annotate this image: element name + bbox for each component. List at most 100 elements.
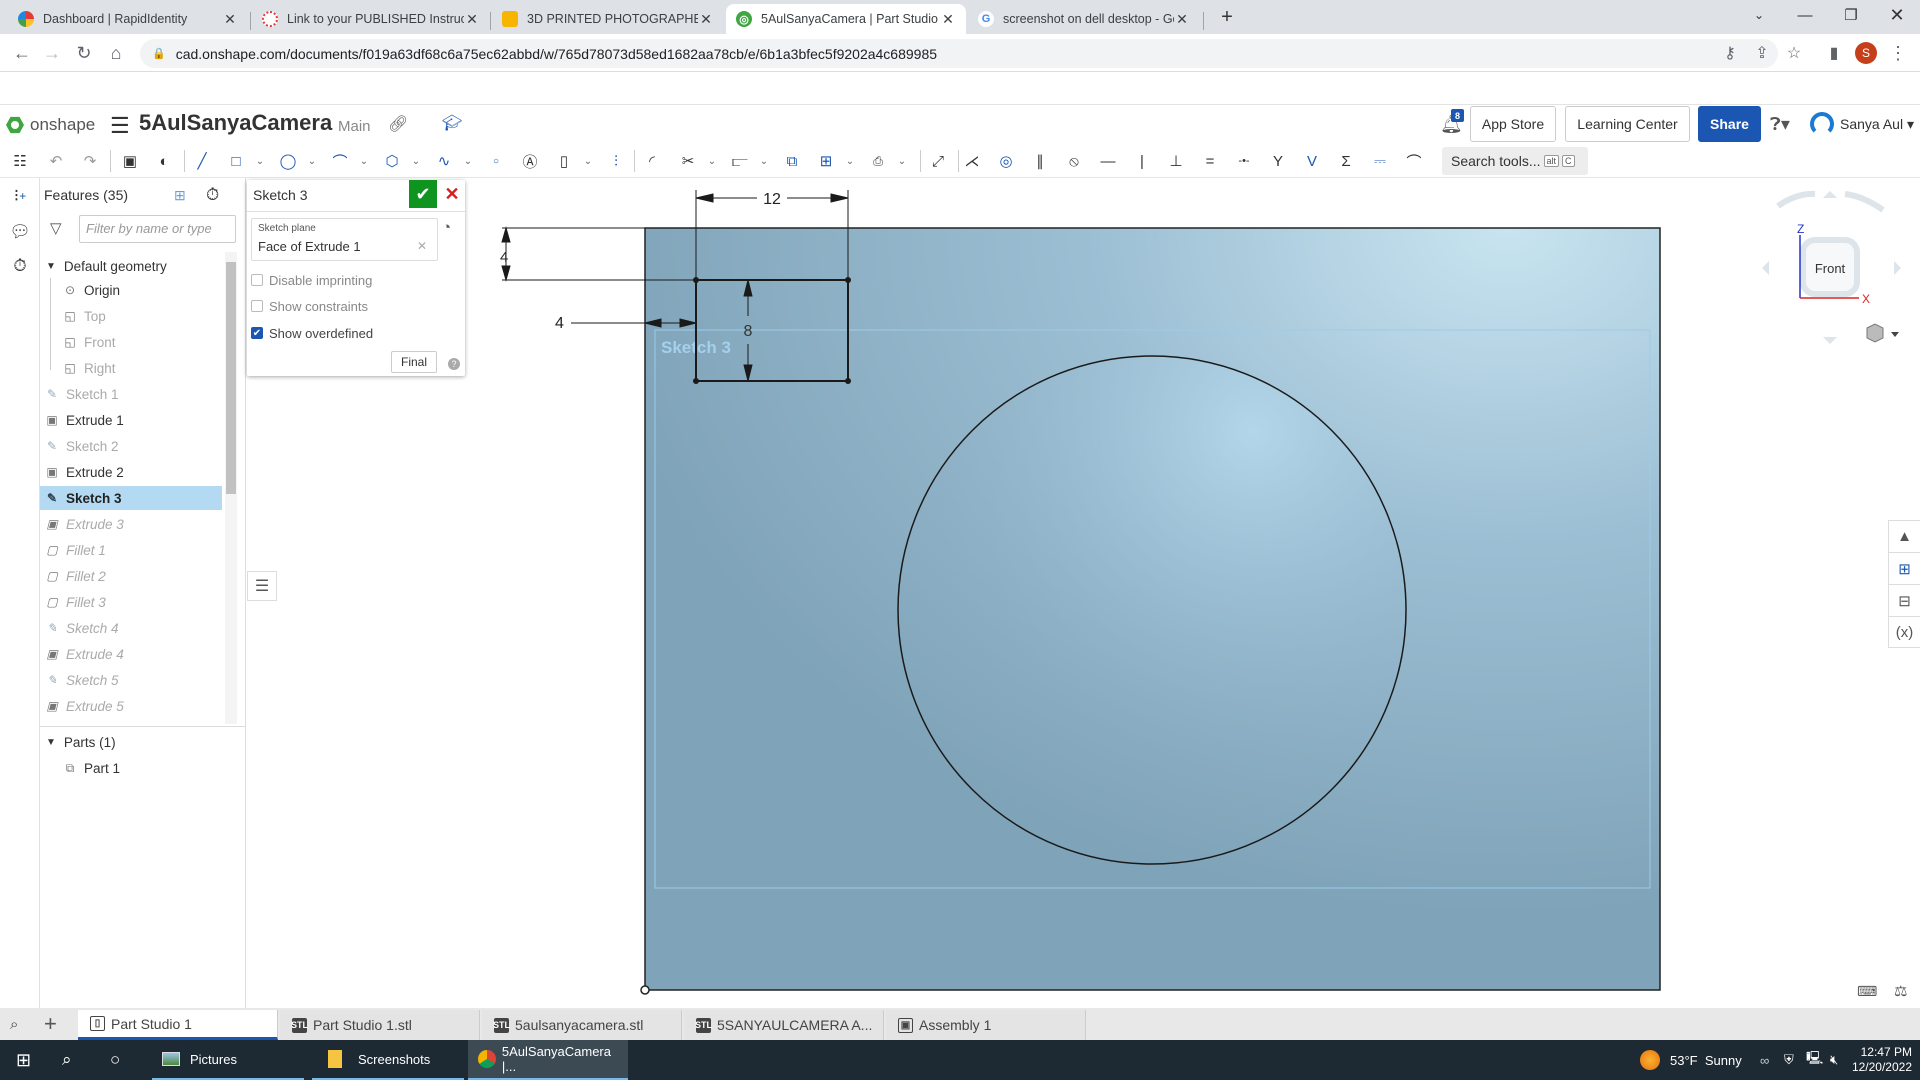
home-button[interactable]: ⌂	[102, 39, 130, 67]
close-window-button[interactable]: ✕	[1874, 0, 1920, 30]
parallel-constraint-icon[interactable]: ∥	[1028, 149, 1052, 173]
circle-tool-icon[interactable]: ◯	[276, 149, 300, 173]
feature-item[interactable]: ◱ Right	[40, 356, 222, 380]
minimize-button[interactable]: —	[1782, 0, 1828, 30]
new-feature-icon[interactable]: ▣	[118, 149, 142, 173]
security-shield-icon[interactable]: ⛨	[1784, 1040, 1794, 1080]
feature-item[interactable]: ◱ Front	[40, 330, 222, 354]
app-store-button[interactable]: App Store	[1470, 106, 1556, 142]
view-right-arrow[interactable]	[1894, 261, 1901, 275]
checkbox[interactable]	[251, 274, 263, 286]
close-tab-icon[interactable]: ✕	[940, 11, 956, 28]
tangent-constraint-icon[interactable]: ⦸	[1062, 149, 1086, 173]
part-item[interactable]: ⧉ Part 1	[62, 756, 244, 780]
filter-input[interactable]: Filter by name or type	[79, 215, 236, 243]
user-menu[interactable]: Sanya Aul ▾	[1840, 116, 1914, 133]
concentric-constraint-icon[interactable]: ◎	[994, 149, 1018, 173]
search-tools-input[interactable]: Search tools... alt C	[1442, 147, 1588, 175]
taskbar-app-pictures[interactable]: Pictures	[152, 1040, 304, 1080]
share-page-icon[interactable]: ⇪	[1748, 39, 1776, 67]
perpendicular-constraint-icon[interactable]: ⊥	[1164, 149, 1188, 173]
chevron-down-icon[interactable]: ⌄	[254, 149, 266, 173]
sketch-plane-field[interactable]: Sketch plane Face of Extrude 1 ✕	[251, 218, 438, 261]
pattern-tool-icon[interactable]: ⊞	[814, 149, 838, 173]
system-clock[interactable]: 12:47 PM 12/20/2022	[1852, 1040, 1912, 1080]
weather-widget[interactable]: 53°F Sunny	[1640, 1040, 1742, 1080]
show-overdefined-checkbox[interactable]: ✔ Show overdefined	[251, 324, 373, 342]
tab-manager-search-icon[interactable]: ⌕	[10, 1016, 18, 1033]
clear-field-icon[interactable]: ✕	[417, 239, 427, 253]
chevron-down-icon[interactable]: ⌄	[758, 149, 770, 173]
sketch-canvas[interactable]: Sketch 3 12 4 4 8 Front Z X ⌨ ⚖	[247, 178, 1920, 1008]
view-cube[interactable]: Front Z X	[1762, 190, 1901, 344]
chevron-down-icon[interactable]: ⌄	[462, 149, 474, 173]
search-icon[interactable]: ⌕	[62, 1040, 72, 1080]
symmetric-constraint-icon[interactable]: Σ	[1334, 149, 1358, 173]
close-tab-icon[interactable]: ✕	[222, 11, 238, 28]
feature-item[interactable]: ▣ Extrude 3	[40, 512, 222, 536]
trim-tool-icon[interactable]: ✂	[676, 149, 700, 173]
new-folder-icon[interactable]: ⊞	[174, 187, 186, 204]
taskbar-app-chrome[interactable]: 5AulSanyaCamera |...	[468, 1040, 628, 1080]
taskbar-app-screenshots[interactable]: Screenshots	[312, 1040, 464, 1080]
new-tab-button[interactable]: +	[1214, 4, 1240, 30]
profile-avatar[interactable]: S	[1855, 42, 1877, 64]
final-button[interactable]: Final	[391, 351, 437, 373]
hamburger-menu-icon[interactable]: ☰	[110, 113, 130, 139]
horizontal-constraint-icon[interactable]: —	[1096, 149, 1120, 173]
point-tool-icon[interactable]: ○	[484, 149, 508, 173]
polygon-tool-icon[interactable]: ⬡	[380, 149, 404, 173]
forward-button[interactable]: →	[38, 39, 66, 67]
browser-tab-onshape[interactable]: ◎ 5AulSanyaCamera | Part Studio 1 ✕	[726, 4, 966, 34]
view-up-arrow[interactable]	[1823, 191, 1837, 198]
history-timer-icon[interactable]: ⏱	[8, 254, 32, 278]
tab-5sanyaulcamera[interactable]: STL 5SANYAULCAMERA A...	[684, 1010, 884, 1040]
bom-panel-icon[interactable]: ⊞	[1888, 552, 1920, 584]
browser-tab-google[interactable]: G screenshot on dell desktop - Goo ✕	[968, 4, 1200, 34]
windows-start-icon[interactable]: ⊞	[16, 1040, 31, 1080]
rectangle-tool-icon[interactable]: □	[224, 149, 248, 173]
arc-tool-icon[interactable]: ⌒	[328, 149, 352, 173]
line-tool-icon[interactable]: ╱	[190, 149, 214, 173]
offset-tool-icon[interactable]: ⫍	[728, 149, 752, 173]
volume-muted-icon[interactable]: 🔇︎	[1830, 1040, 1838, 1080]
close-tab-icon[interactable]: ✕	[1174, 11, 1190, 28]
chevron-down-icon[interactable]: ⌄	[410, 149, 422, 173]
feature-item[interactable]: ✎ Sketch 2	[40, 434, 222, 458]
feature-item[interactable]: ▢ Fillet 3	[40, 590, 222, 614]
rollback-timer-icon[interactable]: ⏱	[206, 185, 219, 205]
parts-group[interactable]: ▼ Parts (1)	[42, 730, 224, 754]
view-left-arrow[interactable]	[1762, 261, 1769, 275]
text-tool-icon[interactable]: Ⓐ	[518, 149, 542, 173]
graphics-icon[interactable]: ◐	[152, 149, 176, 173]
midpoint-constraint-icon[interactable]: -•-	[1232, 149, 1256, 173]
feature-item[interactable]: ◱ Top	[40, 304, 222, 328]
chevron-down-icon[interactable]: ⌄	[844, 149, 856, 173]
feature-list-collapse-icon[interactable]: ☰	[247, 571, 277, 601]
tab-assembly-1[interactable]: ▣ Assembly 1	[886, 1010, 1086, 1040]
mirror-tool-icon[interactable]: ⫶	[604, 149, 628, 173]
side-panel-icon[interactable]: ▮	[1820, 39, 1848, 67]
insert-mate-connector-icon[interactable]: ⁝ +	[8, 184, 32, 208]
redo-icon[interactable]: ↷	[78, 149, 102, 173]
view-down-arrow[interactable]	[1823, 337, 1837, 344]
browser-tab-3d-printed[interactable]: 3D PRINTED PHOTOGRAPHER TR ✕	[492, 4, 724, 34]
equal-constraint-icon[interactable]: =	[1198, 149, 1222, 173]
spline-tool-icon[interactable]: ∿	[432, 149, 456, 173]
chevron-down-icon[interactable]: ⌄	[896, 149, 908, 173]
fix-constraint-icon[interactable]: ⎓	[1368, 149, 1392, 173]
normal-constraint-icon[interactable]: Y	[1266, 149, 1290, 173]
construction-tool-icon[interactable]: ▯	[552, 149, 576, 173]
tab-5aulsanyacamera-stl[interactable]: STL 5aulsanyacamera.stl	[482, 1010, 682, 1040]
browser-tab-rapididentity[interactable]: Dashboard | RapidIdentity ✕	[8, 4, 248, 34]
dimension-tool-icon[interactable]: ⤢	[926, 149, 950, 173]
pierce-constraint-icon[interactable]: V	[1300, 149, 1324, 173]
learning-cap-icon[interactable]: 🎓︎	[442, 113, 462, 133]
configurations-panel-icon[interactable]: ⊟	[1888, 584, 1920, 616]
restore-button[interactable]: ❐	[1828, 0, 1874, 30]
address-bar[interactable]: 🔒 cad.onshape.com/documents/f019a63df68c…	[140, 39, 1778, 68]
dimension-left-offset-value[interactable]: 4	[555, 315, 564, 332]
onshape-logo[interactable]: onshape	[6, 115, 95, 135]
chevron-down-icon[interactable]: ⌄	[306, 149, 318, 173]
user-avatar-icon[interactable]	[1810, 112, 1834, 136]
